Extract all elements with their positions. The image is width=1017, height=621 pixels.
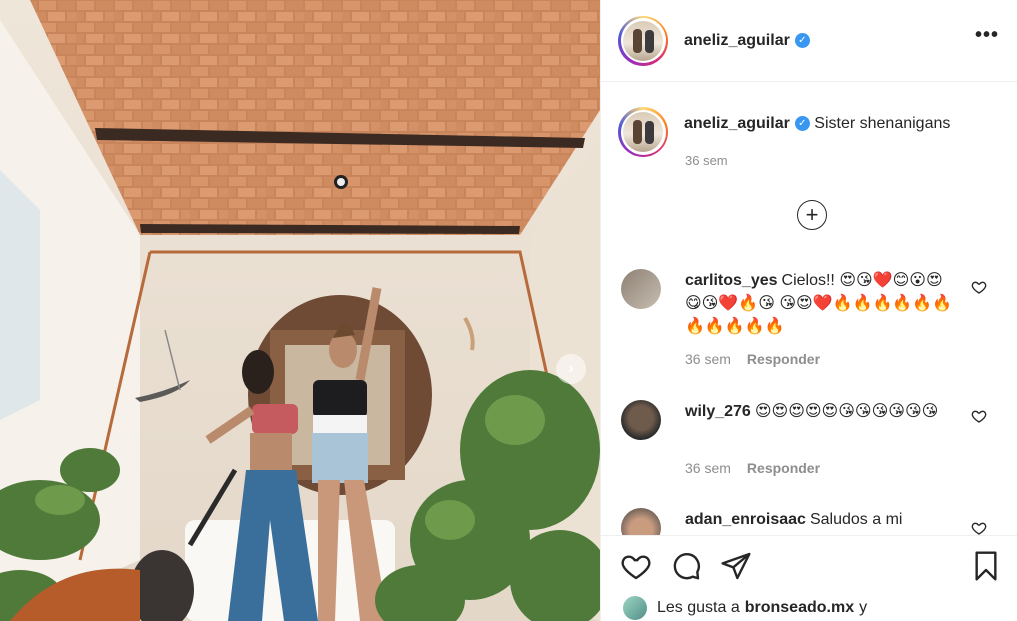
likes-suffix: y: [859, 599, 868, 616]
caption-author-avatar[interactable]: [618, 107, 668, 157]
commenter-avatar[interactable]: [621, 400, 661, 440]
comments-list[interactable]: aneliz_aguilar ✓ Sister shenanigans 36 se…: [601, 83, 1017, 535]
comment-meta: 36 sem Responder: [685, 460, 820, 476]
post-photo[interactable]: ›: [0, 0, 600, 621]
comment-time[interactable]: 36 sem: [685, 460, 731, 476]
likes-prefix: Les gusta a: [657, 599, 740, 616]
instagram-post-modal: › aneliz_aguilar ✓ ••• aneliz_aguilar ✓ S…: [0, 0, 1017, 621]
heart-icon[interactable]: [971, 279, 987, 295]
chevron-right-icon: ›: [568, 360, 574, 377]
comment-bubble-icon[interactable]: [670, 550, 702, 582]
heart-icon[interactable]: [971, 520, 987, 535]
more-options-icon[interactable]: •••: [975, 25, 999, 45]
reply-button[interactable]: Responder: [747, 351, 820, 367]
comment-username[interactable]: wily_276: [685, 403, 751, 420]
comment-text: 😍😍😍😍😍😘😘😘😘😘😘: [754, 403, 939, 420]
verified-badge-icon: ✓: [794, 116, 810, 132]
author-avatar-image: [623, 20, 663, 61]
post-actions: Les gusta a bronseado.mx y: [601, 535, 1017, 621]
comment-username[interactable]: carlitos_yes: [685, 272, 778, 289]
caption-avatar-image: [623, 112, 663, 152]
heart-icon[interactable]: [620, 550, 652, 582]
load-more-comments-button[interactable]: +: [797, 200, 827, 230]
photo-illustration: [0, 0, 600, 621]
plus-circle-icon: +: [805, 202, 819, 227]
post-caption: aneliz_aguilar ✓ Sister shenanigans 36 se…: [618, 107, 1008, 168]
liker-avatar[interactable]: [623, 596, 647, 620]
commenter-avatar[interactable]: [621, 269, 661, 309]
caption-time[interactable]: 36 sem: [685, 153, 728, 168]
comment-time[interactable]: 36 sem: [685, 351, 731, 367]
commenter-avatar[interactable]: [621, 508, 661, 535]
next-slide-button[interactable]: ›: [556, 354, 586, 384]
bookmark-icon[interactable]: [970, 550, 1002, 582]
author-avatar[interactable]: [618, 15, 668, 66]
verified-badge-icon: ✓: [794, 33, 810, 48]
heart-icon[interactable]: [971, 408, 987, 424]
caption-text: Sister shenanigans: [814, 115, 951, 132]
post-header: aneliz_aguilar ✓ •••: [601, 0, 1017, 82]
author-username[interactable]: aneliz_aguilar: [684, 32, 790, 50]
likes-summary: Les gusta a bronseado.mx y: [623, 596, 867, 620]
paper-plane-icon[interactable]: [720, 550, 752, 582]
liker-username[interactable]: bronseado.mx: [745, 599, 854, 617]
comment-text: Saludos a mi: [809, 511, 903, 528]
comment-username[interactable]: adan_enroisaac: [685, 511, 806, 528]
post-side-panel: aneliz_aguilar ✓ ••• aneliz_aguilar ✓ Sis…: [600, 0, 1017, 621]
reply-button[interactable]: Responder: [747, 460, 820, 476]
caption-username[interactable]: aneliz_aguilar: [684, 115, 790, 132]
comment-meta: 36 sem Responder: [685, 351, 820, 367]
